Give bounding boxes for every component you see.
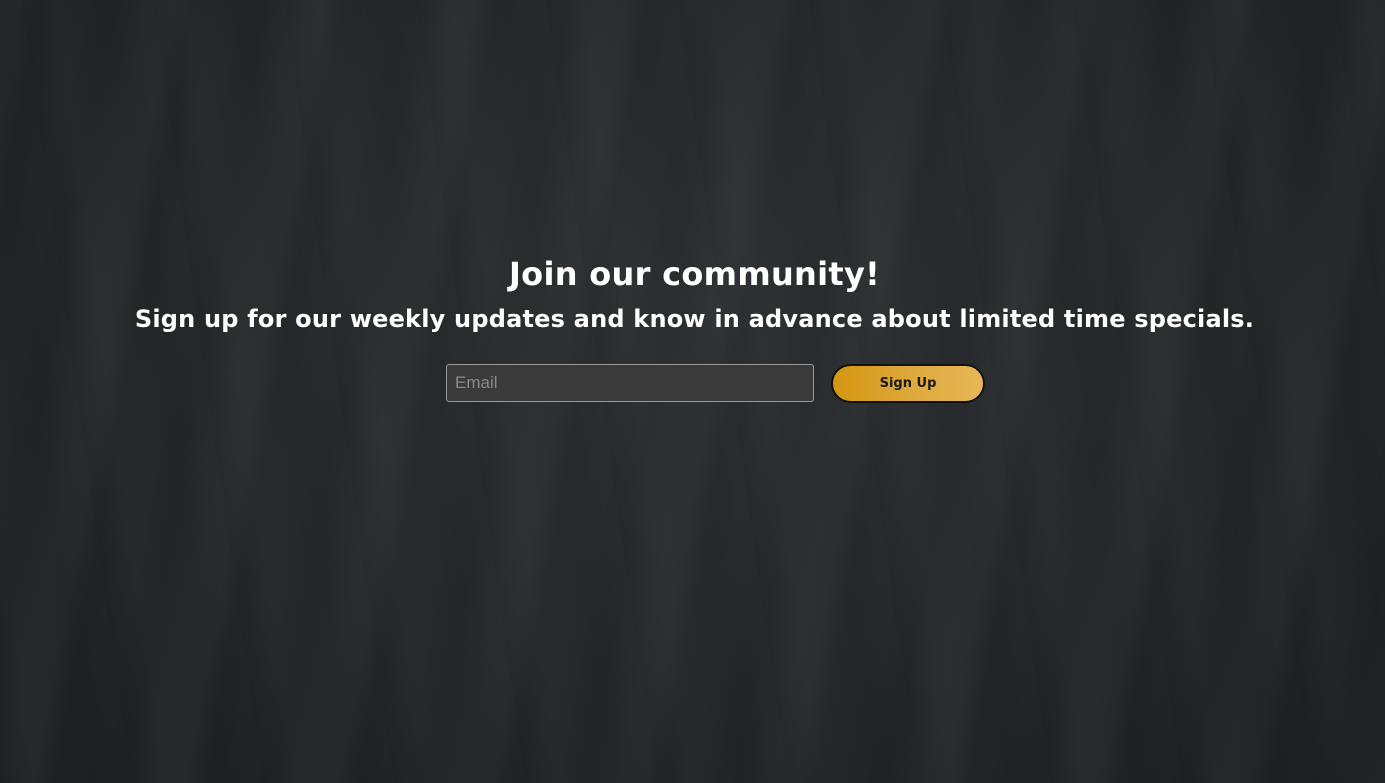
email-field[interactable] (446, 364, 814, 402)
page-title: Join our community! (508, 255, 881, 293)
newsletter-section: Join our community! Sign up for our week… (0, 254, 1385, 334)
signup-form: Sign Up (446, 364, 986, 404)
sign-up-button[interactable]: Sign Up (831, 364, 985, 403)
page-subtitle: Sign up for our weekly updates and know … (134, 305, 1255, 333)
